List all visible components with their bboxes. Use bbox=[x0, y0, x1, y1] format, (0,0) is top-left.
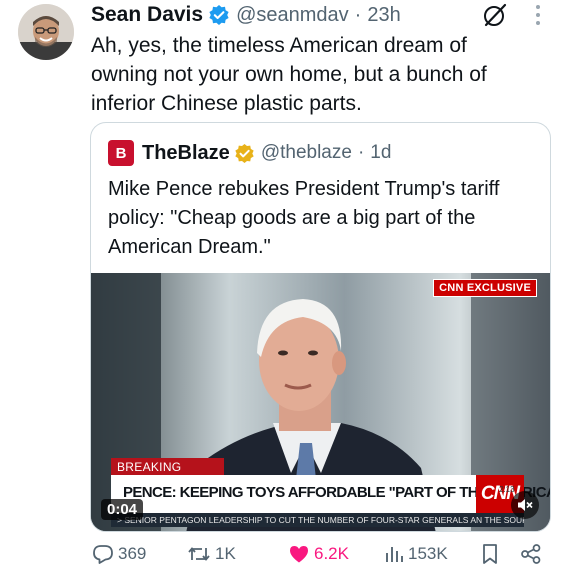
bookmark-icon bbox=[483, 544, 497, 564]
breaking-news-banner: BREAKING NEWS bbox=[111, 458, 224, 488]
views-button[interactable]: 153K bbox=[384, 540, 448, 568]
views-chart-icon bbox=[386, 547, 403, 562]
share-button[interactable] bbox=[520, 540, 546, 568]
like-count: 6.2K bbox=[314, 544, 349, 563]
repost-icon bbox=[188, 547, 210, 561]
repost-button[interactable]: 1K bbox=[187, 540, 236, 568]
tweet-header: Sean Davis @seanmdav · 23h bbox=[91, 0, 401, 30]
grok-icon[interactable] bbox=[482, 2, 508, 28]
avatar-image bbox=[18, 4, 74, 60]
quoted-author-name[interactable]: TheBlaze bbox=[142, 142, 230, 165]
like-button[interactable]: 6.2K bbox=[288, 540, 349, 568]
speaker-muted-icon bbox=[518, 499, 533, 511]
quoted-tweet-card[interactable]: B TheBlaze @theblaze · 1d Mike Pence reb… bbox=[90, 122, 551, 532]
heart-filled-icon bbox=[290, 546, 308, 563]
reply-icon bbox=[93, 545, 113, 564]
verified-badge-icon bbox=[209, 5, 229, 25]
cnn-exclusive-tag: CNN EXCLUSIVE bbox=[433, 279, 537, 297]
share-icon bbox=[521, 544, 541, 564]
view-count: 153K bbox=[408, 544, 448, 563]
avatar[interactable] bbox=[18, 4, 74, 60]
more-options-icon[interactable] bbox=[528, 3, 548, 27]
ticker-time: 2:13 bbox=[499, 485, 515, 494]
quoted-tweet-header: B TheBlaze @theblaze · 1d bbox=[108, 140, 391, 166]
theblaze-logo-icon: B bbox=[108, 140, 134, 166]
news-ticker: > SENIOR PENTAGON LEADERSHIP TO CUT THE … bbox=[111, 513, 524, 527]
action-bar: 369 1K 6.2K 153K bbox=[0, 540, 568, 568]
video-duration: 0:04 bbox=[101, 499, 144, 520]
tweet-text: Ah, yes, the timeless American dream of … bbox=[91, 34, 487, 115]
reply-button[interactable]: 369 bbox=[92, 540, 146, 568]
quoted-time-separator: · bbox=[357, 142, 365, 163]
bookmark-button[interactable] bbox=[481, 540, 503, 568]
time-separator: · bbox=[354, 3, 362, 26]
reply-count: 369 bbox=[118, 544, 147, 563]
mute-button[interactable] bbox=[511, 491, 539, 519]
quoted-post-time[interactable]: 1d bbox=[370, 142, 391, 164]
video-player[interactable]: CNN EXCLUSIVE BREAKING NEWS PENCE: KEEPI… bbox=[91, 273, 550, 531]
author-handle[interactable]: @seanmdav bbox=[236, 4, 349, 27]
author-name[interactable]: Sean Davis bbox=[91, 3, 203, 27]
quoted-author-handle[interactable]: @theblaze bbox=[261, 142, 352, 164]
repost-count: 1K bbox=[215, 544, 236, 563]
quoted-tweet-text: Mike Pence rebukes President Trump's tar… bbox=[108, 178, 500, 258]
post-time[interactable]: 23h bbox=[367, 4, 400, 27]
gold-verified-badge-icon bbox=[235, 143, 254, 163]
